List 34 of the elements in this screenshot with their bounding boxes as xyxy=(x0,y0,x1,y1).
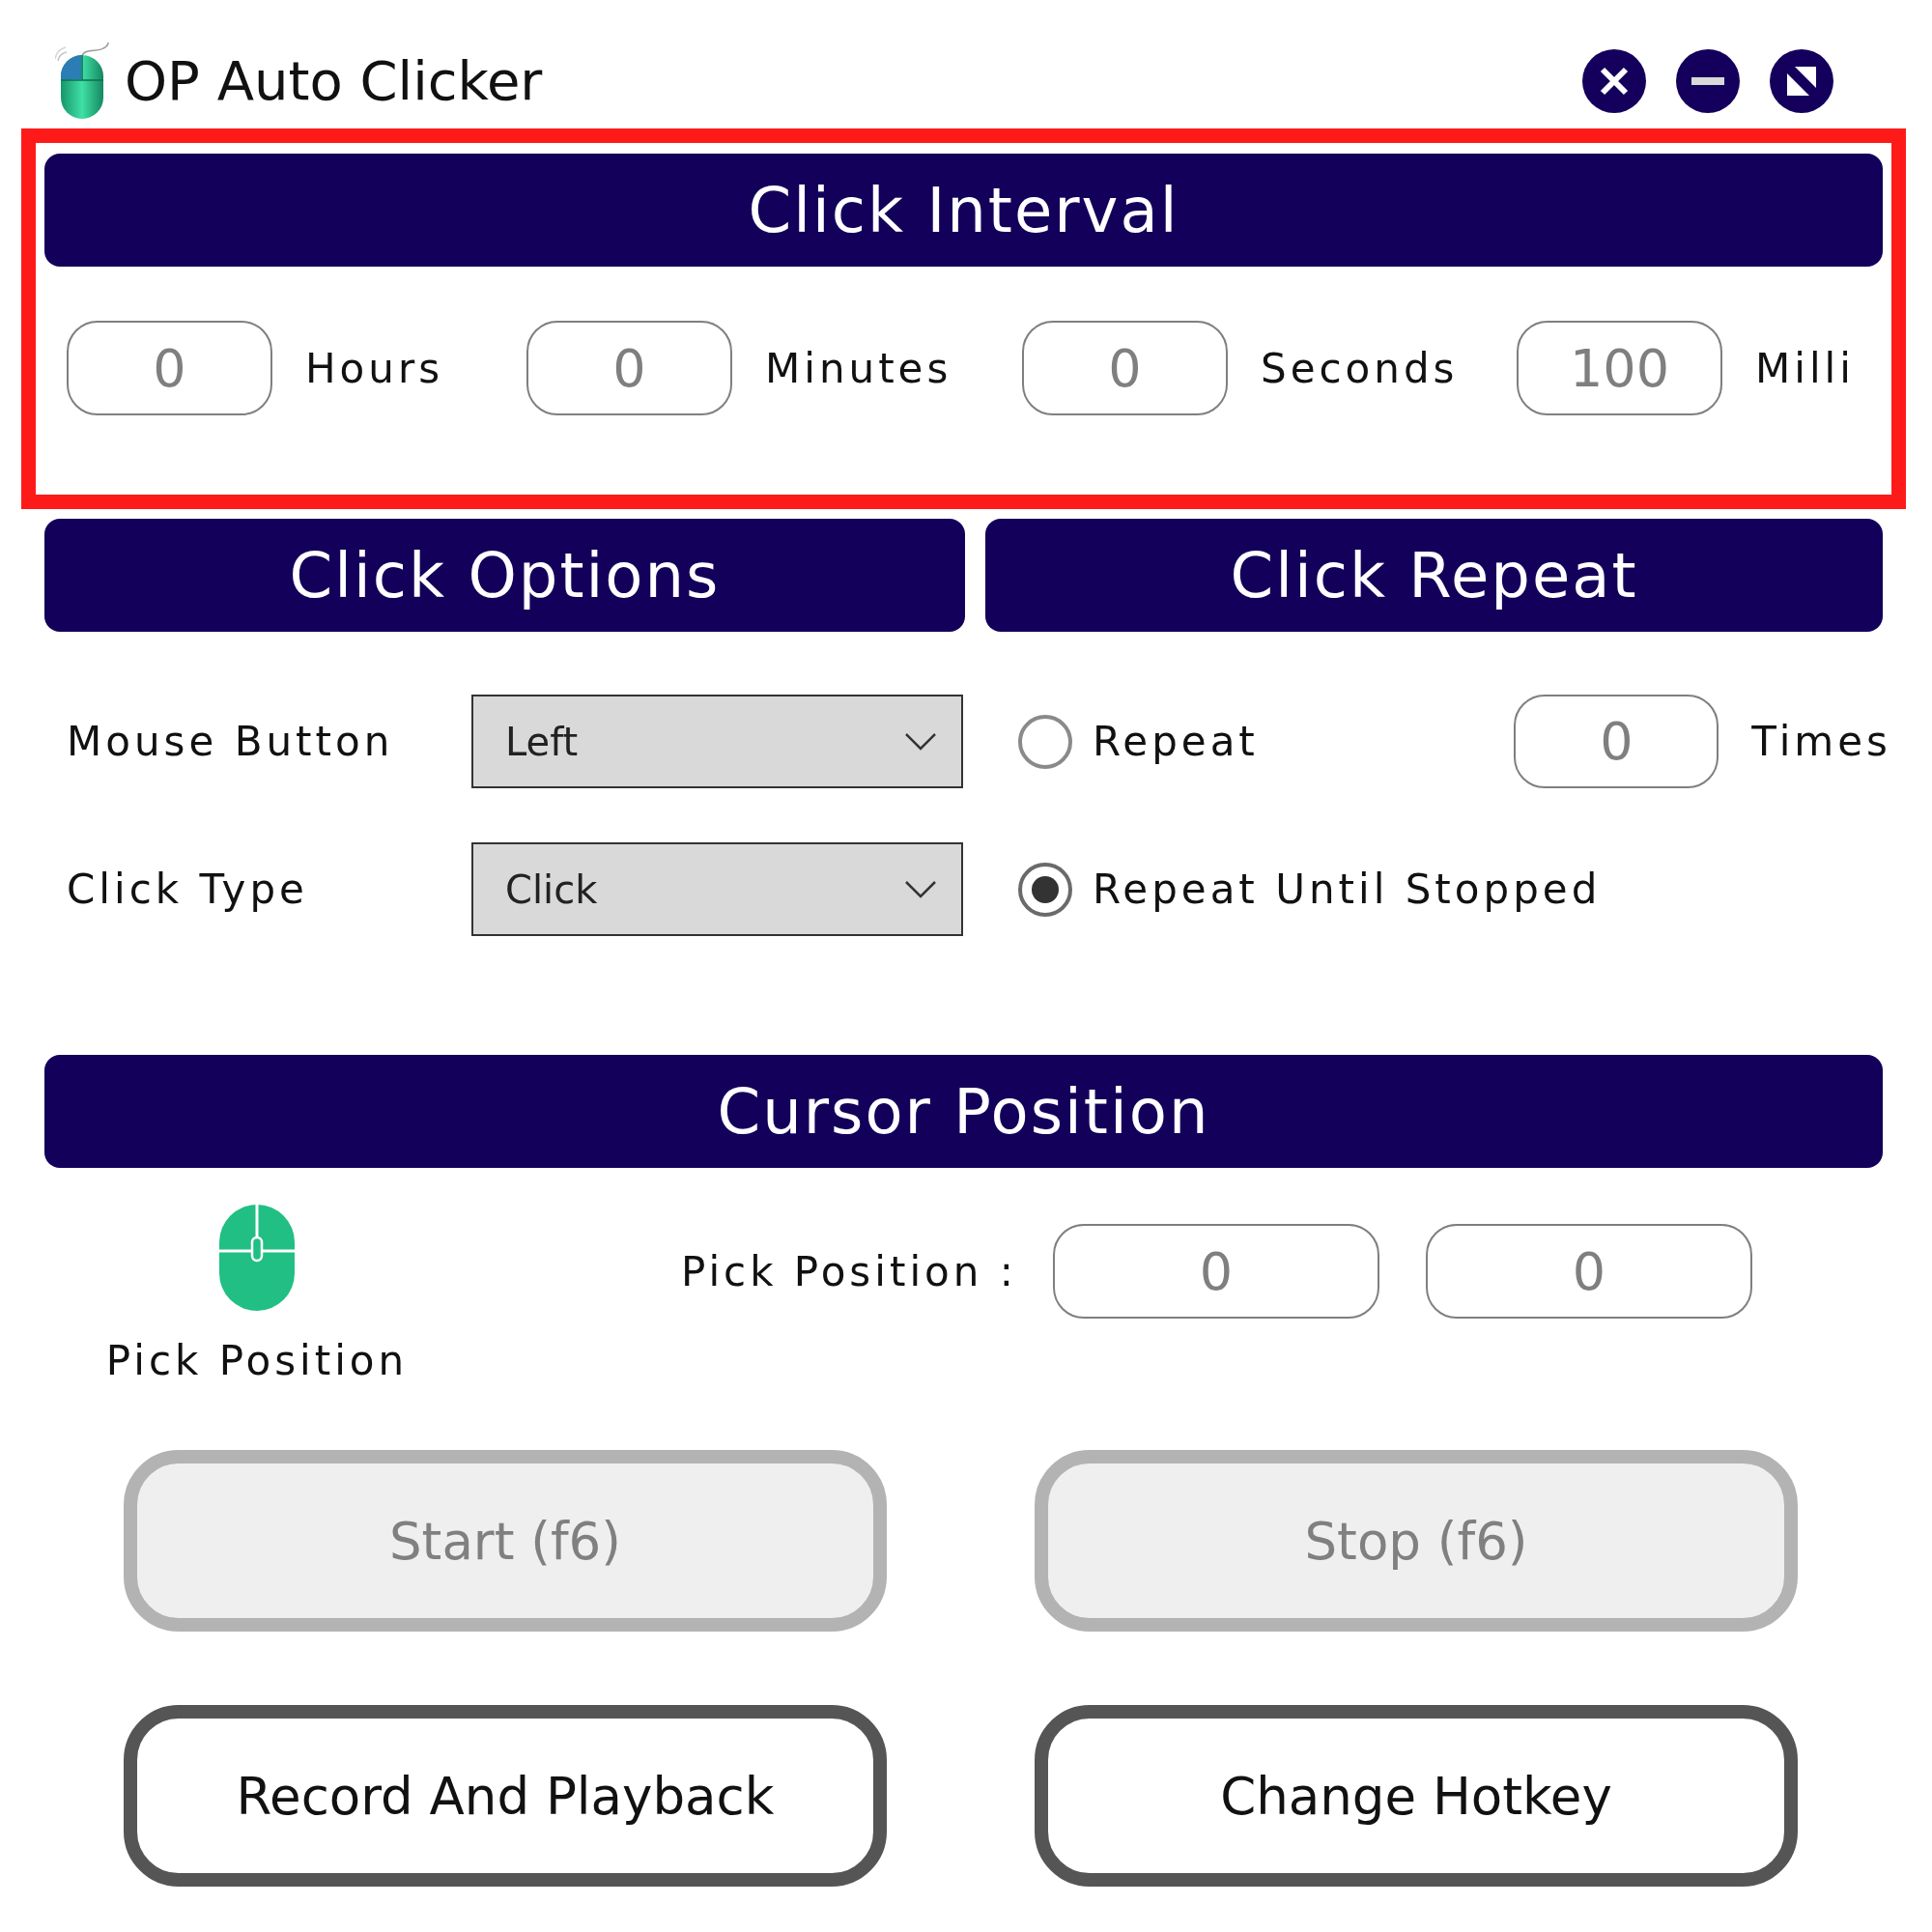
unit-label: Times xyxy=(1751,718,1891,765)
radio-label: Repeat xyxy=(1093,718,1259,765)
field-label: Mouse Button xyxy=(67,718,395,765)
section-header: Click Options xyxy=(44,519,965,632)
close-icon xyxy=(1600,66,1629,96)
radio-button[interactable] xyxy=(1018,714,1072,769)
input-field[interactable]: 0 xyxy=(1514,695,1719,788)
input-field[interactable]: 0 xyxy=(526,321,732,415)
section-header: Click Interval xyxy=(44,154,1883,267)
section-header: Click Repeat xyxy=(985,519,1883,632)
window-title: OP Auto Clicker xyxy=(125,49,543,112)
pick-position-button[interactable]: Pick Position xyxy=(99,1205,415,1384)
chevron-down-icon xyxy=(905,732,936,751)
unit-label: Minutes xyxy=(765,344,952,392)
dropdown[interactable]: Left xyxy=(471,695,963,788)
input-field[interactable]: 100 xyxy=(1517,321,1722,415)
field-label: Pick Position : xyxy=(681,1247,1017,1295)
action-button[interactable]: Change Hotkey xyxy=(1035,1705,1798,1887)
input-field[interactable]: 0 xyxy=(1425,1224,1752,1319)
input-field[interactable]: 0 xyxy=(1052,1224,1379,1319)
radio-button[interactable] xyxy=(1018,862,1072,917)
field-label: Click Type xyxy=(67,866,309,913)
chevron-down-icon xyxy=(905,880,936,898)
split-square-icon xyxy=(1787,66,1816,96)
minus-icon xyxy=(1691,76,1724,85)
unit-label: Milli xyxy=(1755,344,1855,392)
input-field[interactable]: 0 xyxy=(1022,321,1228,415)
action-button[interactable]: Record And Playback xyxy=(124,1705,887,1887)
unit-label: Hours xyxy=(305,344,444,392)
input-field[interactable]: 0 xyxy=(67,321,272,415)
radio-label: Repeat Until Stopped xyxy=(1093,866,1602,913)
section-header: Cursor Position xyxy=(44,1055,1883,1168)
dropdown[interactable]: Click xyxy=(471,842,963,936)
unit-label: Seconds xyxy=(1261,344,1459,392)
